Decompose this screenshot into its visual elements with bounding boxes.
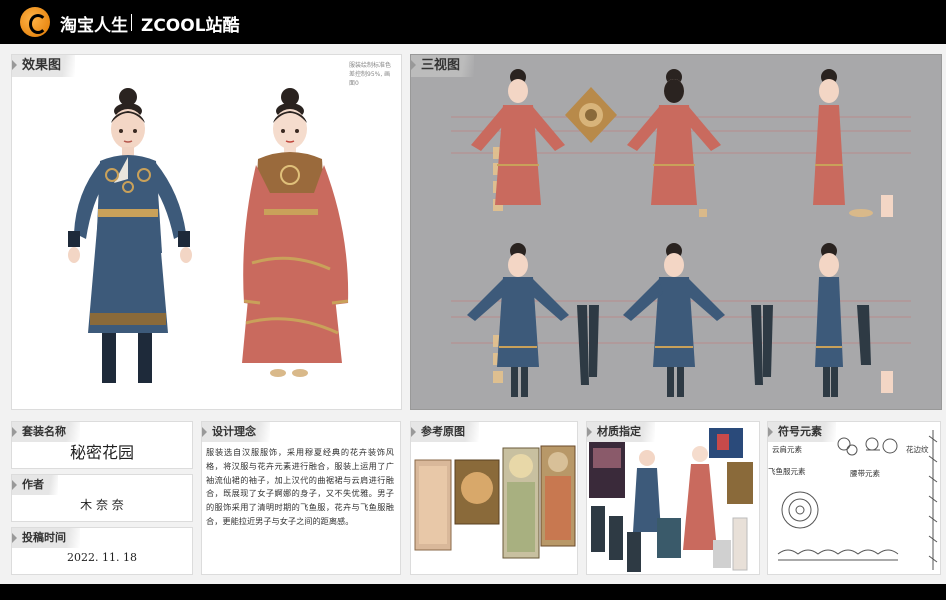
- effect-panel: 效果图 服装绘制标准色差控制95%, 画面0: [11, 54, 402, 410]
- female-character-figure: [230, 83, 360, 393]
- taobao-life-logo-icon: [20, 7, 50, 37]
- male-character-figure: [62, 83, 197, 393]
- author-title: 作者: [12, 475, 58, 495]
- outfit-name-value: 秘密花园: [69, 443, 134, 462]
- bottom-bar: [0, 584, 946, 600]
- design-concept-panel: 设计理念 服装选自汉服服饰，采用穆夏经典的花卉装饰风格，将汉服与花卉元素进行融合…: [201, 421, 401, 575]
- author-value: 木 奈 奈: [80, 498, 124, 512]
- reference-images: [414, 445, 576, 559]
- author-panel: 作者 木 奈 奈: [11, 474, 193, 522]
- top-bar: 淘宝人生 ZCOOL站酷: [0, 0, 946, 44]
- material-panel: 材质指定: [586, 421, 760, 575]
- effect-title: 效果图: [12, 55, 76, 77]
- submit-time-value: 2022. 11. 18: [67, 551, 137, 564]
- design-concept-text: 服装选自汉服服饰，采用穆夏经典的花卉装饰风格，将汉服与花卉元素进行融合，服装上运…: [206, 447, 394, 526]
- brand-divider: [131, 14, 132, 31]
- outfit-name-panel: 套装名称 秘密花园: [11, 421, 193, 469]
- design-concept-title: 设计理念: [202, 422, 270, 442]
- material-swatches: [589, 428, 753, 572]
- submit-time-title: 投稿时间: [12, 528, 80, 548]
- brand-zcool: ZCOOL站酷: [141, 16, 240, 36]
- submit-time-panel: 投稿时间 2022. 11. 18: [11, 527, 193, 575]
- brand-taobao: 淘宝人生: [60, 16, 128, 36]
- symbol-patterns: [777, 430, 938, 570]
- symbols-panel: 符号元素 云肩元素 花边纹 飞鱼服元素 腰带元素: [767, 421, 941, 575]
- reference-panel: 参考原图: [410, 421, 578, 575]
- three-view-panel: 三视图: [410, 54, 942, 410]
